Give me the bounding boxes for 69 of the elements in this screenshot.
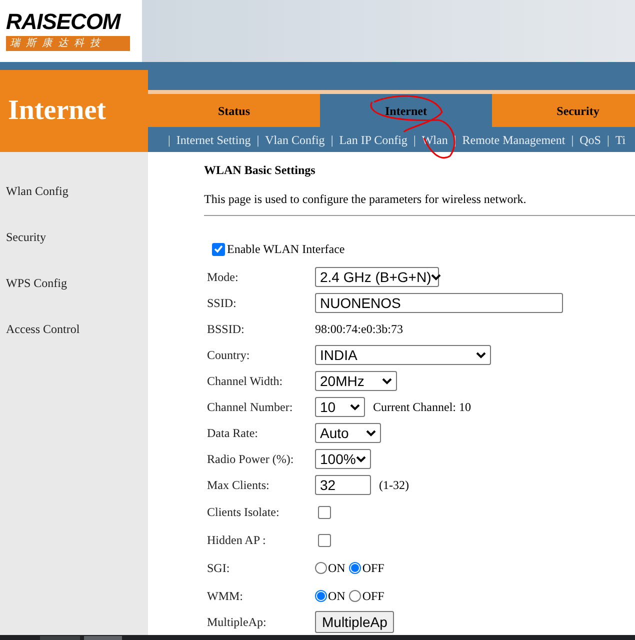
chevron-down-icon [366,430,376,436]
subnav-link[interactable]: Remote Management [462,130,566,148]
field-label: Hidden AP : [207,532,267,549]
sidebar-item[interactable]: Access Control [6,320,148,336]
radio-button[interactable] [315,562,327,574]
field-label: Clients Isolate: [207,504,280,521]
sidebar-item[interactable]: WPS Config [6,274,148,290]
dropdown[interactable]: 100% [315,449,371,469]
chevron-down-icon [476,352,486,358]
field-label: Data Rate: [207,425,259,442]
dropdown[interactable]: INDIA [315,345,491,365]
section-banner: Internet [0,70,148,152]
dropdown[interactable]: 2.4 GHz (B+G+N) [315,267,439,287]
bssid-value: 98:00:74:e0:3b:73 [315,321,403,338]
field-label: SGI: [207,560,231,577]
chevron-down-icon [431,274,442,280]
field-label: Country: [207,347,251,364]
field-label: BSSID: [207,321,246,338]
input-field[interactable]: NUONENOS [315,293,563,313]
radio-label: ON [328,560,346,577]
field-label: Channel Width: [207,373,284,390]
chevron-down-icon [382,378,392,384]
subnav-link[interactable]: Internet Setting [176,130,251,148]
radio-label: OFF [362,560,384,577]
chevron-down-icon [350,404,360,410]
subnav-link[interactable]: Lan IP Config [339,130,408,148]
field-note: Current Channel: 10 [373,399,471,416]
radio-label: OFF [362,588,384,605]
separator: | [606,132,610,148]
field-label: SSID: [207,295,238,312]
field-label: Mode: [207,269,240,286]
checkbox-label: Enable WLAN Interface [227,241,345,258]
dropdown[interactable]: Auto [315,423,381,443]
logo-tagline: 瑞斯康达科技 [6,36,130,51]
field-label: Radio Power (%): [207,451,295,468]
separator: | [413,132,416,148]
radio-label: ON [328,588,346,605]
separator: | [256,132,260,148]
checkbox[interactable] [212,242,225,256]
separator: | [168,132,170,148]
sidebar-item[interactable]: Wlan Config [6,182,148,198]
field-label: WMM: [207,588,244,605]
checkbox[interactable] [318,506,331,518]
nav-tab[interactable]: Security [492,94,635,127]
nav-tab[interactable]: Status [148,94,320,127]
subnav-link[interactable]: Vlan Config [265,130,325,148]
subnav-link[interactable]: Ti [615,130,626,148]
separator: | [454,132,456,148]
checkbox[interactable] [318,534,331,546]
chevron-down-icon [356,456,366,462]
radio-button[interactable] [349,562,362,574]
logo: RAISECOM [6,11,122,33]
radio-button[interactable] [315,590,327,602]
radio-button[interactable] [349,590,362,602]
field-note: (1-32) [379,477,409,494]
separator: | [330,132,334,148]
input-field[interactable]: 32 [315,475,371,495]
page-description: This page is used to configure the parameters for wireless network. [204,190,635,216]
multipleap-button[interactable]: MultipleAp [315,610,394,632]
field-label: MultipleAp: [207,614,268,630]
page-title: WLAN Basic Settings [204,162,316,179]
subnav-link[interactable]: QoS [580,130,601,148]
subnav-link[interactable]: Wlan [422,130,448,148]
sidebar-item[interactable]: Security [6,228,148,244]
field-label: Max Clients: [207,477,270,494]
field-label: Channel Number: [207,399,294,416]
dropdown[interactable]: 10 [315,397,365,417]
dropdown[interactable]: 20MHz [315,371,397,391]
separator: | [571,132,574,148]
